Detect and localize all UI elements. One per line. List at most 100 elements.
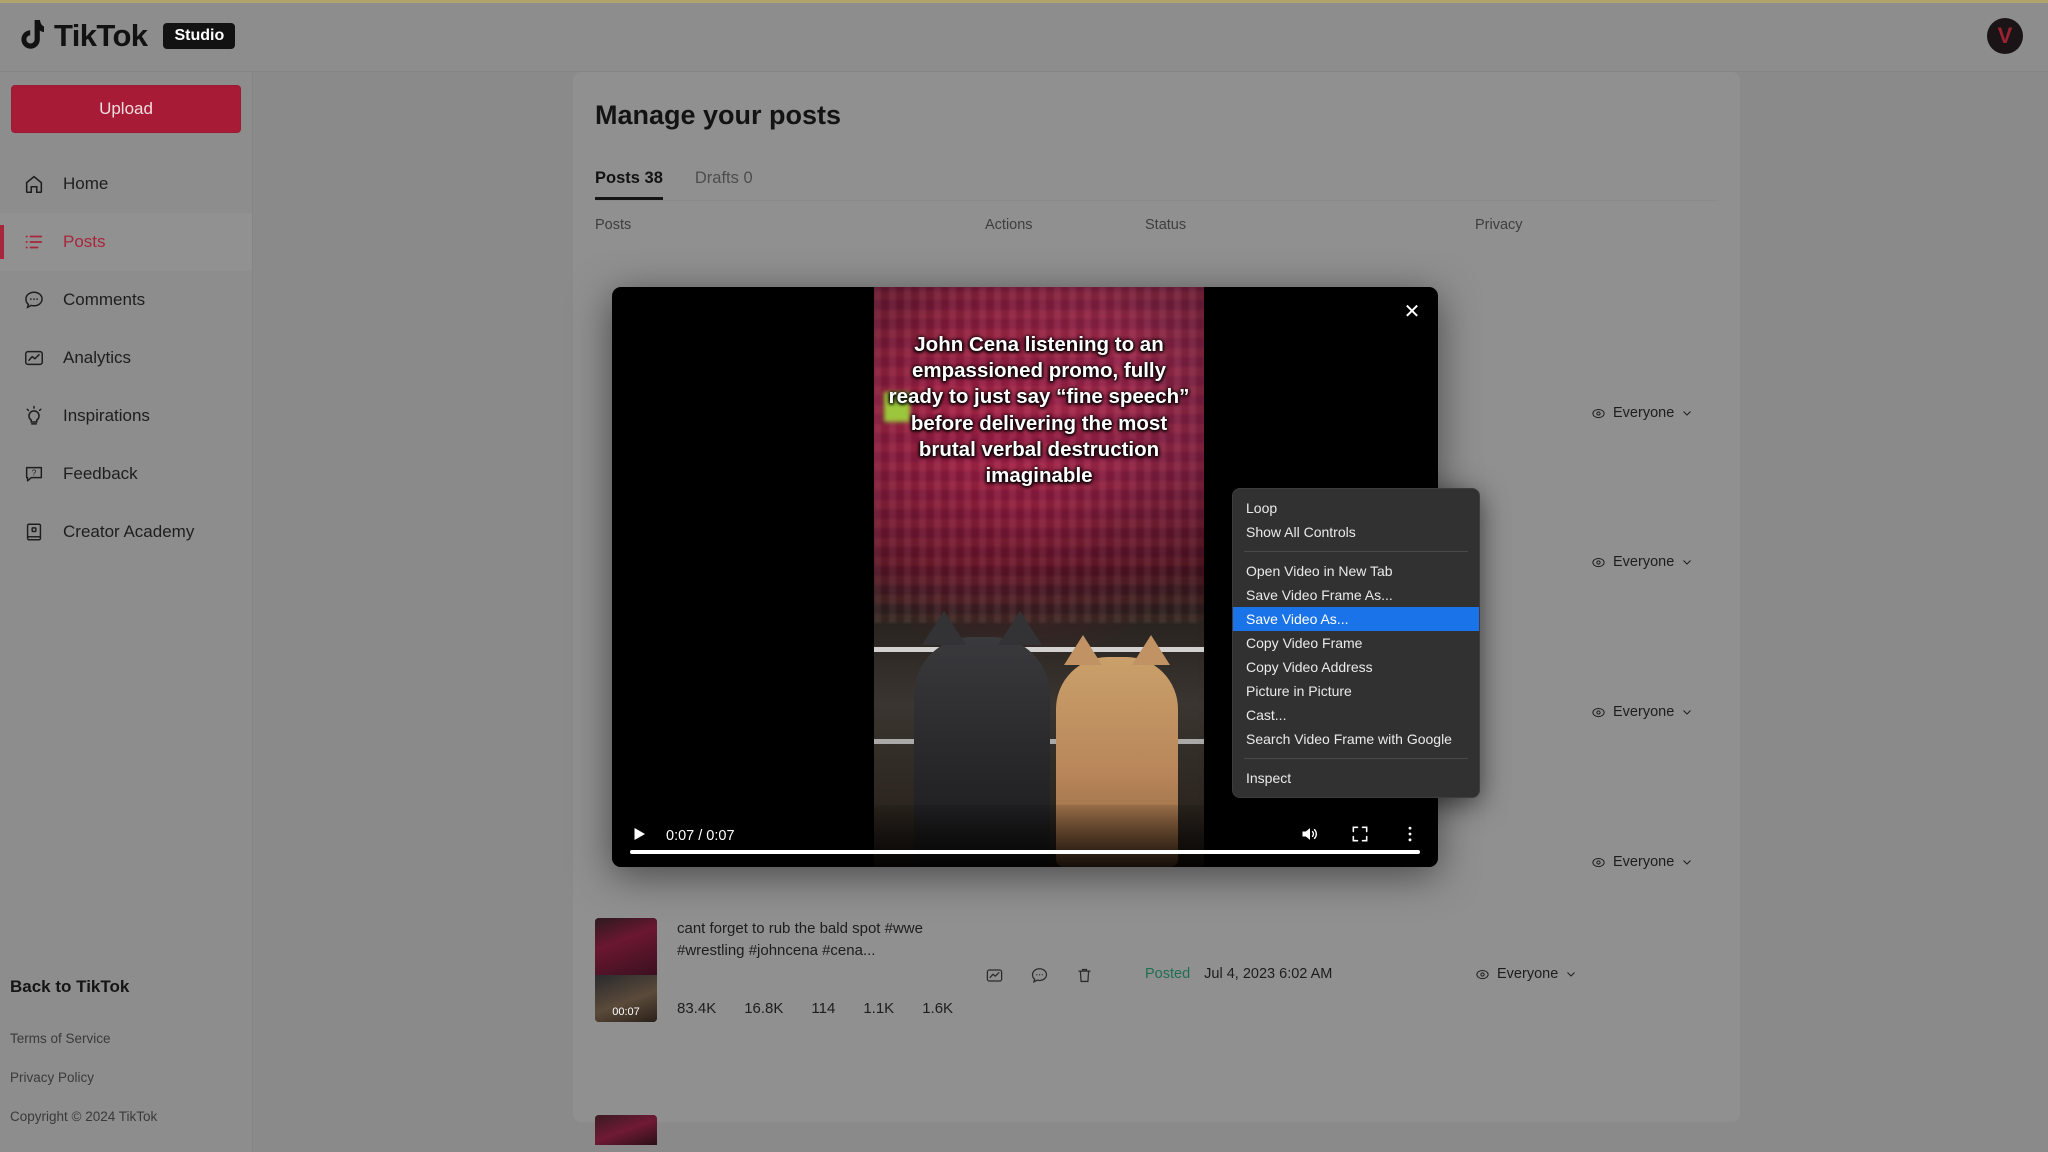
- app-root: TikTok Studio V Upload Home: [0, 0, 2048, 1152]
- privacy-label: Everyone: [1613, 405, 1674, 421]
- post-stats: 83.4K 16.8K 114 1.1K 1.6K: [677, 1000, 985, 1017]
- sidebar-item-label: Comments: [63, 290, 145, 310]
- comment-icon: [22, 289, 45, 312]
- close-icon[interactable]: ✕: [1398, 297, 1426, 325]
- sidebar-item-inspirations[interactable]: Inspirations: [0, 387, 252, 445]
- volume-icon[interactable]: [1300, 824, 1320, 849]
- sidebar-item-comments[interactable]: Comments: [0, 271, 252, 329]
- post-caption: cant forget to rub the bald spot #wwe #w…: [677, 918, 985, 962]
- fullscreen-icon[interactable]: [1350, 824, 1370, 849]
- table-row-privacy-hidden[interactable]: Everyone: [1591, 405, 1693, 421]
- tiktok-note-icon: [18, 19, 44, 53]
- sidebar-item-posts[interactable]: Posts: [0, 213, 252, 271]
- stat-comments: 114: [811, 1000, 835, 1017]
- privacy-label: Everyone: [1497, 966, 1558, 982]
- post-status: Posted Jul 4, 2023 6:02 AM: [1145, 966, 1475, 982]
- top-accent-line: [0, 0, 2048, 3]
- post-privacy-dropdown[interactable]: Everyone: [1475, 966, 1715, 982]
- context-menu-item-search-video-frame-google[interactable]: Search Video Frame with Google: [1233, 727, 1479, 751]
- book-icon: [22, 521, 45, 544]
- more-options-icon[interactable]: [1400, 824, 1420, 849]
- column-header-posts: Posts: [595, 217, 985, 233]
- post-thumbnail[interactable]: 00:07: [595, 918, 657, 1022]
- privacy-policy-link[interactable]: Privacy Policy: [10, 1070, 245, 1085]
- sidebar-footer: Back to TikTok Terms of Service Privacy …: [10, 977, 245, 1124]
- svg-text:?: ?: [31, 468, 36, 477]
- play-button[interactable]: [630, 825, 648, 848]
- context-menu-item-picture-in-picture[interactable]: Picture in Picture: [1233, 679, 1479, 703]
- stat-saves: 1.6K: [922, 1000, 953, 1017]
- table-row-privacy-hidden[interactable]: Everyone: [1591, 704, 1693, 720]
- back-to-tiktok-link[interactable]: Back to TikTok: [10, 977, 245, 997]
- status-badge: Posted: [1145, 966, 1190, 982]
- tab-posts[interactable]: Posts 38: [595, 169, 663, 200]
- sidebar-item-analytics[interactable]: Analytics: [0, 329, 252, 387]
- privacy-label: Everyone: [1613, 854, 1674, 870]
- sidebar-item-label: Posts: [63, 232, 106, 252]
- sidebar-item-label: Home: [63, 174, 108, 194]
- post-info: cant forget to rub the bald spot #wwe #w…: [677, 918, 985, 1017]
- copyright-text: Copyright © 2024 TikTok: [10, 1109, 245, 1124]
- context-menu-separator: [1244, 758, 1468, 759]
- avatar[interactable]: V: [1987, 18, 2023, 54]
- context-menu-item-show-all-controls[interactable]: Show All Controls: [1233, 520, 1479, 544]
- sidebar-item-label: Creator Academy: [63, 522, 194, 542]
- analytics-action-icon[interactable]: [985, 966, 1004, 990]
- privacy-label: Everyone: [1613, 704, 1674, 720]
- video-surface[interactable]: John Cena listening to an empassioned pr…: [874, 287, 1204, 867]
- time-display: 0:07 / 0:07: [666, 828, 735, 844]
- sidebar-item-label: Feedback: [63, 464, 138, 484]
- chevron-down-icon: [1681, 706, 1693, 718]
- eye-icon: [1591, 555, 1606, 570]
- studio-badge: Studio: [163, 23, 235, 49]
- video-context-menu: Loop Show All Controls Open Video in New…: [1232, 488, 1480, 798]
- brand-word: TikTok: [54, 18, 147, 54]
- terms-of-service-link[interactable]: Terms of Service: [10, 1031, 245, 1046]
- list-icon: [22, 231, 45, 254]
- sidebar-item-home[interactable]: Home: [0, 155, 252, 213]
- table-row-privacy-hidden[interactable]: Everyone: [1591, 854, 1693, 870]
- context-menu-item-open-video-new-tab[interactable]: Open Video in New Tab: [1233, 559, 1479, 583]
- stat-likes: 16.8K: [744, 1000, 783, 1017]
- post-thumbnail-next[interactable]: [595, 1115, 657, 1145]
- column-header-status: Status: [1145, 217, 1475, 233]
- video-duration: 00:07: [595, 1006, 657, 1018]
- chevron-down-icon: [1681, 407, 1693, 419]
- sidebar-item-label: Inspirations: [63, 406, 150, 426]
- sidebar: Upload Home Posts: [0, 72, 253, 1152]
- video-caption-overlay: John Cena listening to an empassioned pr…: [882, 332, 1196, 489]
- column-header-actions: Actions: [985, 217, 1145, 233]
- lightbulb-icon: [22, 405, 45, 428]
- context-menu-item-copy-video-address[interactable]: Copy Video Address: [1233, 655, 1479, 679]
- thumbnail-art: [595, 1115, 657, 1145]
- eye-icon: [1591, 855, 1606, 870]
- video-controls: 0:07 / 0:07: [612, 805, 1438, 867]
- context-menu-item-save-video-frame-as[interactable]: Save Video Frame As...: [1233, 583, 1479, 607]
- post-actions: [985, 966, 1145, 990]
- context-menu-separator: [1244, 551, 1468, 552]
- control-right-group: [1300, 824, 1420, 849]
- comments-action-icon[interactable]: [1030, 966, 1049, 990]
- chart-icon: [22, 347, 45, 370]
- progress-bar[interactable]: [630, 850, 1420, 854]
- chevron-down-icon: [1565, 968, 1577, 980]
- context-menu-item-inspect[interactable]: Inspect: [1233, 766, 1479, 790]
- context-menu-item-copy-video-frame[interactable]: Copy Video Frame: [1233, 631, 1479, 655]
- table-row-privacy-hidden[interactable]: Everyone: [1591, 554, 1693, 570]
- privacy-label: Everyone: [1613, 554, 1674, 570]
- context-menu-item-save-video-as[interactable]: Save Video As...: [1233, 607, 1479, 631]
- brand-logo[interactable]: TikTok Studio: [18, 18, 235, 54]
- sidebar-item-feedback[interactable]: ? Feedback: [0, 445, 252, 503]
- upload-button[interactable]: Upload: [11, 85, 241, 133]
- sidebar-item-creator-academy[interactable]: Creator Academy: [0, 503, 252, 561]
- delete-action-icon[interactable]: [1075, 966, 1094, 990]
- eye-icon: [1475, 967, 1490, 982]
- table-header: Posts Actions Status Privacy: [573, 201, 1740, 249]
- home-icon: [22, 173, 45, 196]
- context-menu-item-loop[interactable]: Loop: [1233, 496, 1479, 520]
- tab-drafts[interactable]: Drafts 0: [695, 169, 753, 200]
- status-timestamp: Jul 4, 2023 6:02 AM: [1204, 966, 1332, 982]
- context-menu-item-cast[interactable]: Cast...: [1233, 703, 1479, 727]
- eye-icon: [1591, 705, 1606, 720]
- stat-shares: 1.1K: [863, 1000, 894, 1017]
